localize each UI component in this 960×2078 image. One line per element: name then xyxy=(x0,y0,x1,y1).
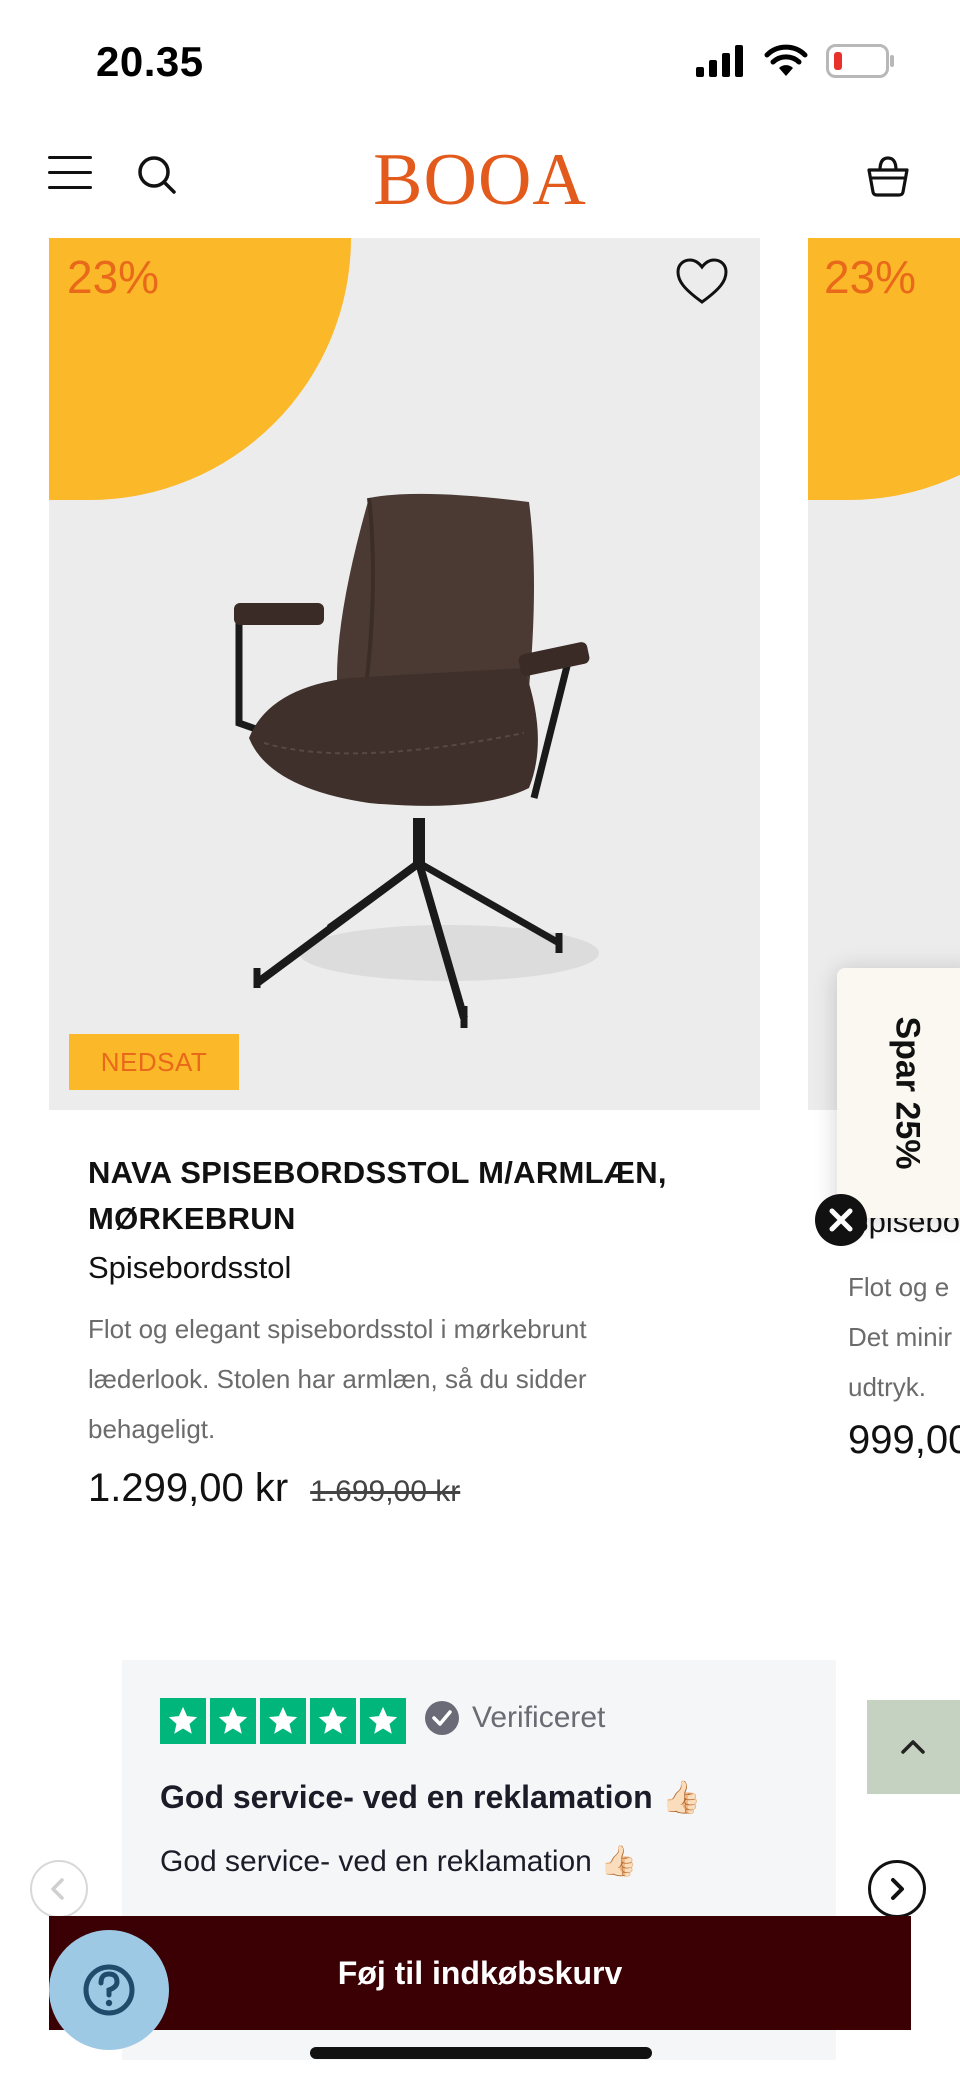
star-icon xyxy=(310,1698,356,1744)
back-to-top-button[interactable] xyxy=(867,1700,960,1794)
original-price: 1.699,00 kr xyxy=(310,1475,461,1508)
verified-badge: Verificeret xyxy=(424,1700,605,1736)
price-row: 1.299,00 kr 1.699,00 kr xyxy=(88,1466,460,1511)
help-icon xyxy=(83,1964,135,2016)
battery-icon xyxy=(826,44,894,78)
site-header: BOOA xyxy=(0,130,960,230)
basket-icon xyxy=(867,156,909,197)
chevron-left-icon xyxy=(51,1878,64,1900)
chevron-right-icon xyxy=(891,1878,904,1900)
add-to-cart-button[interactable]: Føj til indkøbskurv xyxy=(49,1916,911,2030)
brand-logo[interactable]: BOOA xyxy=(0,138,960,223)
chevron-up-icon xyxy=(901,1740,925,1754)
favorite-button[interactable] xyxy=(674,256,730,308)
star-icon xyxy=(260,1698,306,1744)
star-icon xyxy=(160,1698,206,1744)
star-icon xyxy=(360,1698,406,1744)
wifi-icon xyxy=(764,44,808,76)
cellular-signal-icon xyxy=(696,45,743,77)
discount-badge: 23% xyxy=(49,238,351,500)
chair-image xyxy=(234,493,599,1028)
review-text: God service- ved en reklamation 👍🏻 xyxy=(160,1845,638,1878)
product-title[interactable]: NAVA SPISEBORDSSTOL M/ARMLÆN, MØRKEBRUN xyxy=(88,1150,728,1242)
star-icon xyxy=(210,1698,256,1744)
help-button[interactable] xyxy=(49,1930,169,2050)
review-title: God service- ved en reklamation 👍🏻 xyxy=(160,1779,702,1815)
sale-badge: NEDSAT xyxy=(69,1034,239,1090)
product-image[interactable]: 23% NEDSAT xyxy=(49,238,760,1110)
promo-close-button[interactable] xyxy=(815,1194,867,1246)
checkmark-circle-icon xyxy=(425,1701,459,1735)
trustpilot-stars xyxy=(160,1698,406,1744)
status-time: 20.35 xyxy=(96,38,204,85)
promo-label: Spar 25% xyxy=(888,1016,927,1170)
discount-badge: 23% xyxy=(808,238,960,500)
current-price: 1.299,00 kr xyxy=(88,1466,289,1510)
product-description: Flot og elegant spisebordsstol i mørkebr… xyxy=(88,1314,587,1444)
status-icons xyxy=(696,44,896,78)
promo-tab[interactable]: Spar 25% xyxy=(837,968,960,1218)
review-prev-button[interactable] xyxy=(30,1860,88,1918)
product-category: Spisebordsstol xyxy=(88,1250,292,1285)
product-description: Flot og e Det minir udtryk. xyxy=(848,1272,953,1402)
cart-button[interactable] xyxy=(864,152,912,200)
review-next-button[interactable] xyxy=(868,1860,926,1918)
heart-icon xyxy=(676,258,728,304)
home-indicator xyxy=(310,2047,652,2059)
current-price: 999,00 xyxy=(848,1418,960,1462)
close-icon xyxy=(829,1208,853,1232)
